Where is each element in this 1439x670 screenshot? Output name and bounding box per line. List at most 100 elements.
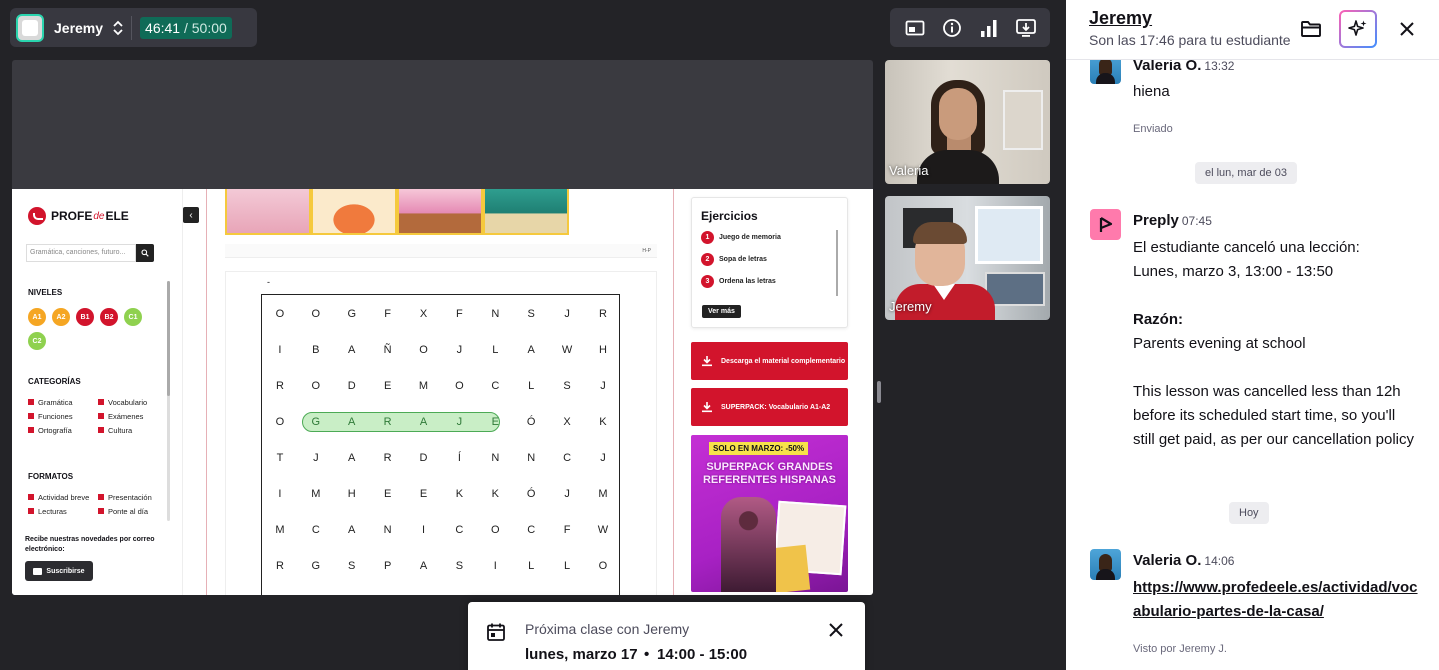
- word-search-cell[interactable]: K: [441, 476, 477, 512]
- word-search-cell[interactable]: J: [441, 404, 477, 440]
- word-search-cell[interactable]: O: [477, 512, 513, 548]
- word-search-cell[interactable]: I: [406, 512, 442, 548]
- level-a2[interactable]: A2: [52, 308, 70, 326]
- word-search-cell[interactable]: E: [477, 404, 513, 440]
- site-search-input[interactable]: Gramática, canciones, futuro...: [26, 244, 136, 262]
- search-icon[interactable]: [136, 244, 154, 262]
- word-search-cell[interactable]: M: [298, 476, 334, 512]
- format-item[interactable]: Actividad breve: [28, 493, 98, 502]
- word-search-cell[interactable]: S: [334, 548, 370, 584]
- word-search-cell[interactable]: J: [549, 296, 585, 332]
- word-search-cell[interactable]: R: [370, 440, 406, 476]
- student-name[interactable]: Jeremy: [54, 20, 103, 36]
- word-search-cell[interactable]: N: [477, 440, 513, 476]
- word-search-cell[interactable]: X: [406, 296, 442, 332]
- word-search-cell[interactable]: N: [477, 296, 513, 332]
- panel-resize-handle[interactable]: [877, 381, 881, 403]
- exercise-item[interactable]: 1 Juego de memoria: [701, 231, 781, 244]
- exercise-item[interactable]: 3 Ordena las letras: [701, 275, 776, 288]
- screen-share-icon[interactable]: [1014, 16, 1038, 40]
- word-search-cell[interactable]: O: [262, 404, 298, 440]
- word-search-cell[interactable]: O: [406, 332, 442, 368]
- category-item[interactable]: Exámenes: [98, 412, 168, 421]
- word-search-cell[interactable]: G: [298, 404, 334, 440]
- download-superpack-button[interactable]: SUPERPACK: Vocabulario A1-A2: [691, 388, 848, 426]
- word-search-cell[interactable]: O: [298, 296, 334, 332]
- word-search-cell[interactable]: E: [406, 476, 442, 512]
- word-search-cell[interactable]: I: [477, 548, 513, 584]
- word-search-cell[interactable]: L: [513, 368, 549, 404]
- word-search-cell[interactable]: J: [549, 476, 585, 512]
- ai-sparkle-icon[interactable]: [1339, 10, 1377, 48]
- word-search-cell[interactable]: R: [585, 296, 621, 332]
- subscribe-button[interactable]: Suscribirse: [25, 561, 93, 581]
- word-search-cell[interactable]: O: [585, 548, 621, 584]
- word-search-cell[interactable]: D: [334, 368, 370, 404]
- level-a1[interactable]: A1: [28, 308, 46, 326]
- signal-strength-icon[interactable]: [977, 16, 1001, 40]
- level-b2[interactable]: B2: [100, 308, 118, 326]
- word-search-cell[interactable]: M: [585, 476, 621, 512]
- format-item[interactable]: Ponte al día: [98, 507, 168, 516]
- word-search-cell[interactable]: I: [262, 476, 298, 512]
- close-icon[interactable]: [1388, 10, 1426, 48]
- chevron-up-down-icon[interactable]: [113, 20, 123, 36]
- word-search-cell[interactable]: Ó: [513, 404, 549, 440]
- word-search-cell[interactable]: W: [549, 332, 585, 368]
- word-search-cell[interactable]: X: [549, 404, 585, 440]
- word-search-cell[interactable]: A: [406, 548, 442, 584]
- word-search-cell[interactable]: P: [370, 548, 406, 584]
- category-item[interactable]: Gramática: [28, 398, 98, 407]
- format-item[interactable]: Presentación: [98, 493, 168, 502]
- word-search-cell[interactable]: O: [298, 368, 334, 404]
- exercises-scrollbar[interactable]: [836, 230, 838, 296]
- word-search-cell[interactable]: N: [370, 512, 406, 548]
- word-search-cell[interactable]: S: [549, 368, 585, 404]
- word-search-cell[interactable]: J: [298, 440, 334, 476]
- word-search-cell[interactable]: L: [549, 548, 585, 584]
- word-search-cell[interactable]: F: [441, 296, 477, 332]
- promo-banner[interactable]: SOLO EN MARZO: -50% SUPERPACK GRANDES RE…: [691, 435, 848, 592]
- word-search-cell[interactable]: R: [370, 404, 406, 440]
- category-item[interactable]: Vocabulario: [98, 398, 168, 407]
- picture-in-picture-icon[interactable]: [903, 16, 927, 40]
- word-search-cell[interactable]: W: [585, 512, 621, 548]
- word-search-cell[interactable]: M: [262, 512, 298, 548]
- word-search-cell[interactable]: F: [370, 296, 406, 332]
- format-item[interactable]: Lecturas: [28, 507, 98, 516]
- word-search-cell[interactable]: Ó: [513, 476, 549, 512]
- level-b1[interactable]: B1: [76, 308, 94, 326]
- student-avatar[interactable]: [16, 13, 44, 42]
- word-search-cell[interactable]: J: [585, 368, 621, 404]
- word-search-cell[interactable]: C: [441, 512, 477, 548]
- category-item[interactable]: Ortografía: [28, 426, 98, 435]
- tutor-video[interactable]: Valeria: [885, 60, 1050, 184]
- word-search-cell[interactable]: C: [298, 512, 334, 548]
- word-search-cell[interactable]: C: [513, 512, 549, 548]
- word-search-cell[interactable]: C: [549, 440, 585, 476]
- word-search-cell[interactable]: S: [513, 296, 549, 332]
- word-search-cell[interactable]: H: [334, 476, 370, 512]
- folder-icon[interactable]: [1292, 10, 1330, 48]
- download-material-button[interactable]: Descarga el material complementario: [691, 342, 848, 380]
- chat-student-name[interactable]: Jeremy: [1089, 8, 1152, 29]
- ver-mas-button[interactable]: Ver más: [702, 305, 741, 318]
- chevron-left-icon[interactable]: ‹: [183, 207, 199, 223]
- word-search-cell[interactable]: K: [477, 476, 513, 512]
- exercise-item[interactable]: 2 Sopa de letras: [701, 253, 767, 266]
- word-search-cell[interactable]: G: [298, 548, 334, 584]
- word-search-cell[interactable]: L: [513, 548, 549, 584]
- avatar[interactable]: [1090, 549, 1121, 580]
- word-search-cell[interactable]: L: [477, 332, 513, 368]
- word-search-grid[interactable]: OOGFXFNSJRIBAÑOJLAWHRODEMOCLSJOGARAJEÓXK…: [261, 294, 620, 595]
- word-search-cell[interactable]: A: [513, 332, 549, 368]
- word-search-cell[interactable]: A: [334, 404, 370, 440]
- word-search-cell[interactable]: F: [549, 512, 585, 548]
- word-search-cell[interactable]: Ñ: [370, 332, 406, 368]
- info-icon[interactable]: [940, 16, 964, 40]
- word-search-cell[interactable]: A: [334, 440, 370, 476]
- word-search-cell[interactable]: T: [262, 440, 298, 476]
- word-search-cell[interactable]: O: [441, 368, 477, 404]
- word-search-cell[interactable]: Í: [441, 440, 477, 476]
- level-c2[interactable]: C2: [28, 332, 46, 350]
